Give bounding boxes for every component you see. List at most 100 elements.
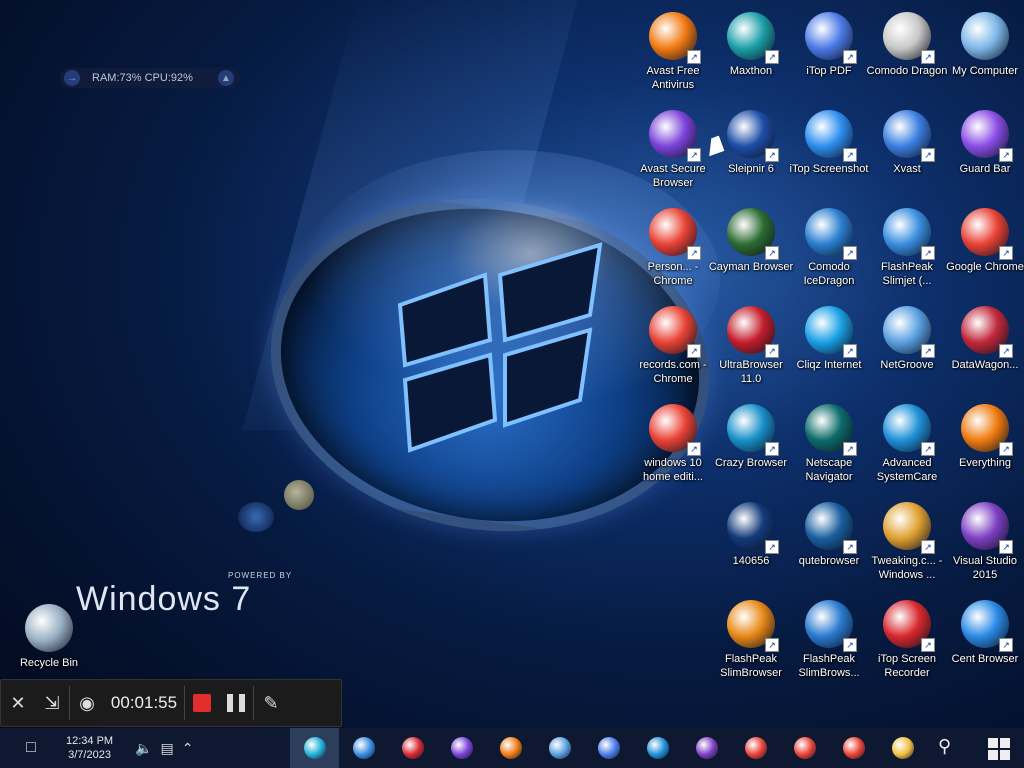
stop-button[interactable] <box>185 686 219 720</box>
desktop-icon-label: qutebrowser <box>798 555 860 567</box>
desktop-icon[interactable]: ↗ Crazy Browser <box>708 398 794 488</box>
taskbar-app-itop-recorder[interactable] <box>388 728 437 768</box>
shortcut-arrow-icon: ↗ <box>999 442 1013 456</box>
volume-icon[interactable]: 🔈 <box>135 740 152 757</box>
desktop-icon[interactable]: ↗ qutebrowser <box>786 496 872 586</box>
avast-secure-icon <box>450 737 473 759</box>
taskbar-app-itop-pdf[interactable] <box>584 728 633 768</box>
pause-button[interactable] <box>219 686 253 720</box>
search-icon[interactable]: ⚲ <box>938 736 964 762</box>
system-monitor-widget[interactable]: → RAM:73% CPU:92% ▲ <box>60 68 240 88</box>
taskbar-app-chrome-3[interactable] <box>829 728 878 768</box>
shortcut-arrow-icon: ↗ <box>843 344 857 358</box>
camera-icon[interactable]: ◉ <box>70 686 104 720</box>
shortcut-arrow-icon: ↗ <box>765 344 779 358</box>
systemcare-icon: ↗ <box>883 404 935 456</box>
desktop-icon[interactable]: ↗ Netscape Navigator <box>786 398 872 488</box>
desktop-icon[interactable]: ↗ UltraBrowser 11.0 <box>708 300 794 390</box>
desktop-icon[interactable]: ↗ windows 10 home editi... <box>630 398 716 488</box>
desktop-icon-label: Google Chrome <box>946 261 1024 273</box>
desktop-icon[interactable]: ↗ Xvast <box>864 104 950 194</box>
desktop-icon[interactable]: ↗ FlashPeak SlimBrowser <box>708 594 794 684</box>
taskbar-app-visual-studio[interactable] <box>682 728 731 768</box>
taskbar-app-chrome-1[interactable] <box>731 728 780 768</box>
maxthon-icon: ↗ <box>727 12 779 64</box>
screen-recorder-bar: ✕ ⇲ ◉ 00:01:55 ✎ <box>0 679 342 727</box>
desktop-icon-label: UltraBrowser 11.0 <box>719 359 783 385</box>
network-icon[interactable]: ▤ <box>161 740 174 757</box>
windows-7-brand: Windows 7 <box>76 580 252 618</box>
desktop-icon[interactable]: ↗ Comodo Dragon <box>864 6 950 96</box>
desktop-icon-label: Avast Secure Browser <box>640 163 706 189</box>
desktop-icon[interactable]: ↗ Cliqz Internet <box>786 300 872 390</box>
minimize-icon[interactable]: ⇲ <box>35 686 69 720</box>
desktop-icon[interactable]: ↗ Avast Free Antivirus <box>630 6 716 96</box>
desktop-icon[interactable]: ↗ Everything <box>942 398 1024 488</box>
desktop-icon[interactable]: Recycle Bin <box>6 598 92 688</box>
desktop-icon[interactable]: ↗ Google Chrome <box>942 202 1024 292</box>
desktop-icon-label: Crazy Browser <box>714 457 788 469</box>
desktop-icon-label: Comodo Dragon <box>866 65 948 77</box>
desktop-icon[interactable]: ↗ Cayman Browser <box>708 202 794 292</box>
close-icon[interactable]: ✕ <box>1 686 35 720</box>
image-file-icon: ↗ <box>727 502 779 554</box>
taskbar-app-edge[interactable] <box>290 728 339 768</box>
desktop-icon[interactable]: ↗ FlashPeak SlimBrows... <box>786 594 872 684</box>
notification-center-icon[interactable]: □ <box>18 735 44 761</box>
desktop-icon[interactable]: ↗ Guard Bar <box>942 104 1024 194</box>
arrow-icon[interactable]: → <box>64 70 80 86</box>
taskbar-clock[interactable]: 12:34 PM 3/7/2023 <box>66 734 113 762</box>
chevron-up-icon[interactable]: ⌃ <box>182 740 194 757</box>
desktop-icon[interactable]: ↗ Person... - Chrome <box>630 202 716 292</box>
desktop-icon[interactable]: ↗ records.com - Chrome <box>630 300 716 390</box>
desktop-icon-label: Person... - Chrome <box>647 261 699 287</box>
desktop-icon[interactable]: ↗ Visual Studio 2015 <box>942 496 1024 586</box>
crazy-browser-icon: ↗ <box>727 404 779 456</box>
shortcut-arrow-icon: ↗ <box>999 540 1013 554</box>
desktop-icon-label: Cent Browser <box>951 653 1019 665</box>
desktop-icon-label: iTop Screen Recorder <box>877 653 937 679</box>
taskbar-app-systemcare[interactable] <box>633 728 682 768</box>
start-button[interactable] <box>988 738 1010 760</box>
desktop-icon[interactable]: ↗ FlashPeak Slimjet (... <box>864 202 950 292</box>
cayman-icon: ↗ <box>727 208 779 260</box>
shortcut-arrow-icon: ↗ <box>687 246 701 260</box>
comodo-dragon-icon: ↗ <box>883 12 935 64</box>
pen-icon[interactable]: ✎ <box>254 686 288 720</box>
ultrabrowser-icon: ↗ <box>727 306 779 358</box>
desktop-icon-label: windows 10 home editi... <box>643 457 703 483</box>
desktop-icon[interactable]: ↗ DataWagon... <box>942 300 1024 390</box>
desktop-icon[interactable]: ↗ NetGroove <box>864 300 950 390</box>
desktop-icon-label: Advanced SystemCare <box>876 457 938 483</box>
shortcut-arrow-icon: ↗ <box>999 148 1013 162</box>
desktop-icon-label: Avast Free Antivirus <box>646 65 700 91</box>
desktop-icon[interactable]: ↗ Comodo IceDragon <box>786 202 872 292</box>
desktop-icon-label: Everything <box>959 457 1011 469</box>
desktop-icon[interactable]: ↗ Maxthon <box>708 6 794 96</box>
taskbar-app-chrome-2[interactable] <box>780 728 829 768</box>
chrome-records-icon: ↗ <box>649 306 701 358</box>
chrome-icon: ↗ <box>961 208 1013 260</box>
desktop-icon-label: Cayman Browser <box>708 261 794 273</box>
rocket-icon[interactable]: ▲ <box>218 70 234 86</box>
shortcut-arrow-icon: ↗ <box>921 344 935 358</box>
shortcut-arrow-icon: ↗ <box>921 540 935 554</box>
everything-icon: ↗ <box>961 404 1013 456</box>
chrome-3-icon <box>842 737 865 759</box>
desktop-icon[interactable]: ↗ Tweaking.c... - Windows ... <box>864 496 950 586</box>
taskbar-app-avast-secure[interactable] <box>437 728 486 768</box>
desktop-icon[interactable]: ↗ Advanced SystemCare <box>864 398 950 488</box>
desktop-icon[interactable]: My Computer <box>942 6 1024 96</box>
desktop-icon[interactable]: ↗ iTop Screenshot <box>786 104 872 194</box>
taskbar-app-file-explorer[interactable] <box>878 728 927 768</box>
taskbar-app-avast[interactable] <box>486 728 535 768</box>
desktop-icon[interactable]: ↗ iTop PDF <box>786 6 872 96</box>
desktop-icon[interactable]: ↗ iTop Screen Recorder <box>864 594 950 684</box>
desktop-icon[interactable]: ↗ Avast Secure Browser <box>630 104 716 194</box>
taskbar-app-netgroove[interactable] <box>535 728 584 768</box>
taskbar-app-slimjet[interactable] <box>339 728 388 768</box>
desktop-icon-label: My Computer <box>951 65 1019 77</box>
desktop-icon[interactable]: ↗ Cent Browser <box>942 594 1024 684</box>
desktop-icon[interactable]: ↗ 140656 <box>708 496 794 586</box>
shortcut-arrow-icon: ↗ <box>921 50 935 64</box>
